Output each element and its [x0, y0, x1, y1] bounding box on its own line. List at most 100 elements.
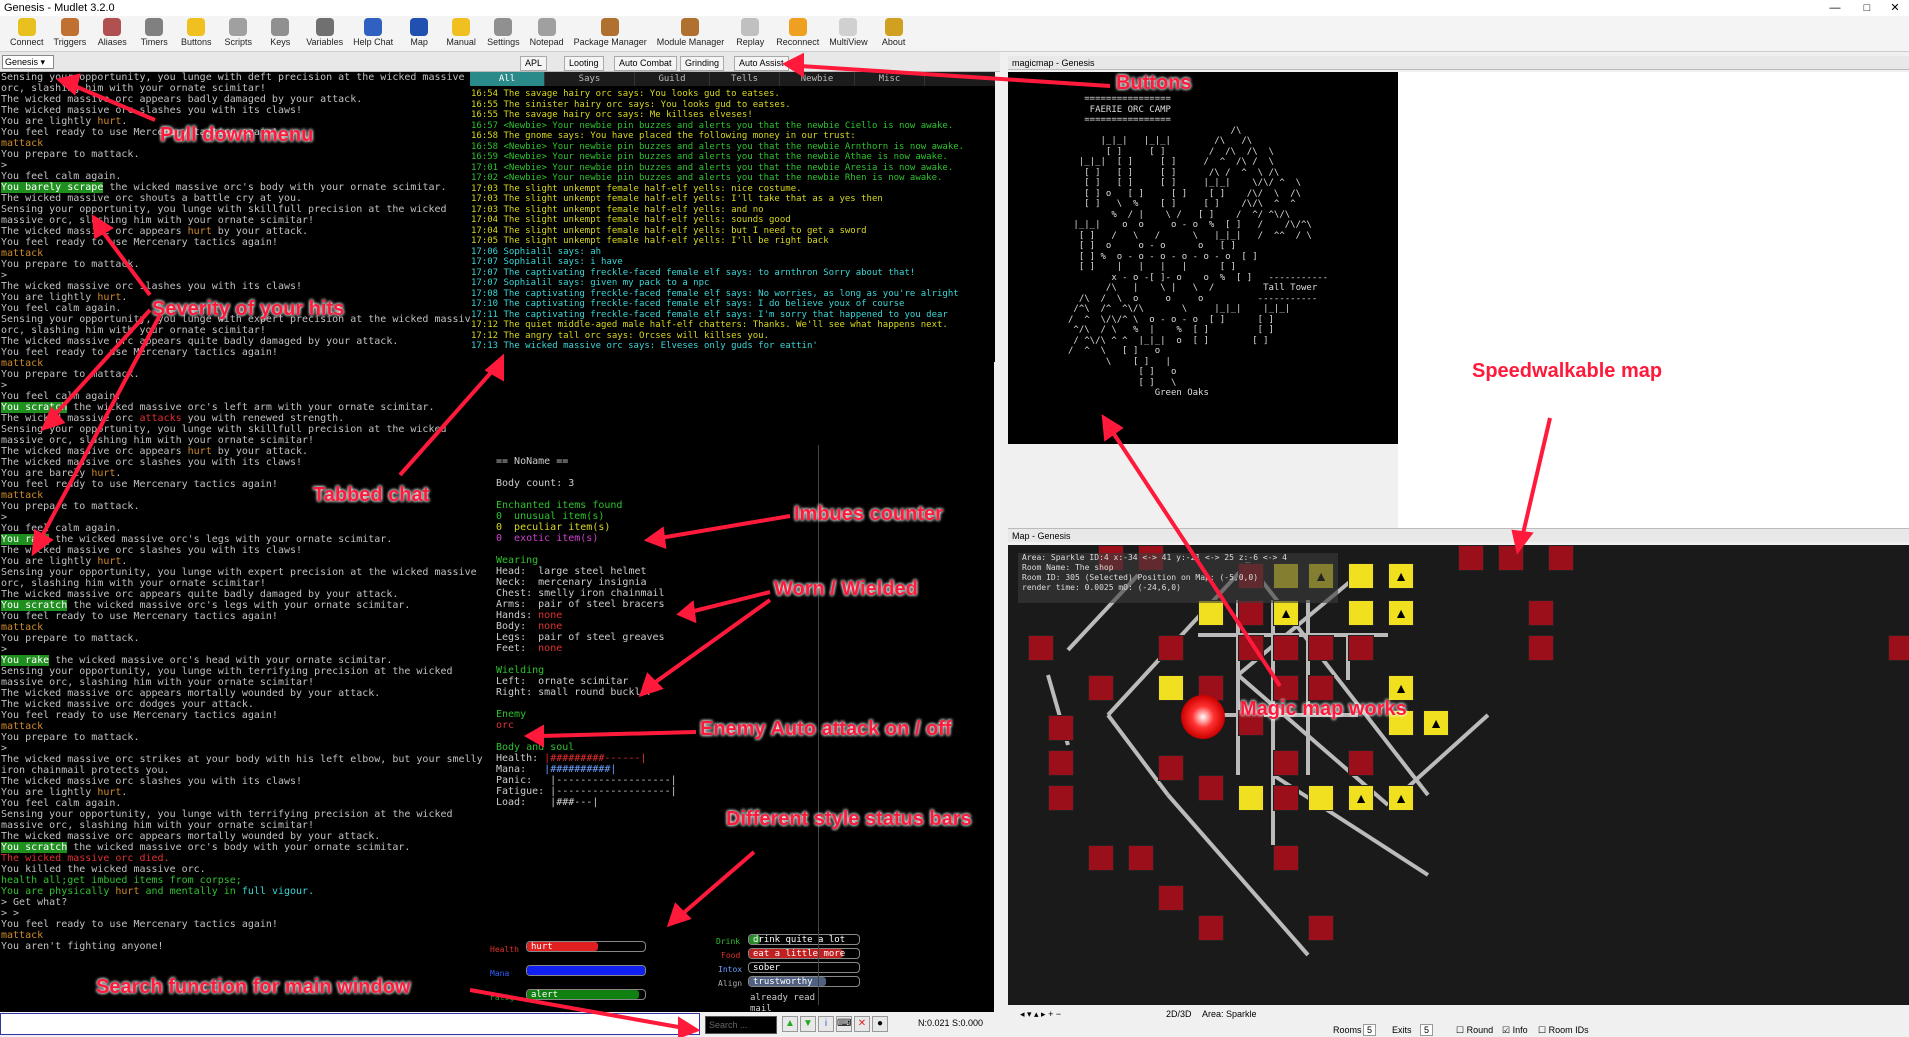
- align-gauge: trustworthy: [748, 976, 860, 987]
- map-room[interactable]: [1348, 600, 1374, 626]
- map-room[interactable]: [1528, 635, 1554, 661]
- button-grinding[interactable]: Grinding: [680, 56, 725, 71]
- toolbar-button-variables[interactable]: Variables: [302, 16, 347, 51]
- search-up-icon[interactable]: ▲: [782, 1016, 798, 1032]
- toolbar-button-connect[interactable]: Connect: [6, 16, 48, 51]
- chat-line: 17:03 The slight unkempt female half-elf…: [471, 183, 802, 194]
- map-room[interactable]: [1273, 785, 1299, 811]
- map-room[interactable]: [1198, 600, 1224, 626]
- chat-tab-says[interactable]: Says: [545, 72, 635, 86]
- map-room[interactable]: [1348, 750, 1374, 776]
- map-room[interactable]: [1348, 635, 1374, 661]
- output-segment: The wicked massive orc slashes you with …: [1, 281, 303, 292]
- map-room[interactable]: [1088, 675, 1114, 701]
- toolbar-button-settings[interactable]: Settings: [483, 16, 524, 51]
- map-room[interactable]: [1238, 785, 1264, 811]
- map-room[interactable]: [1273, 750, 1299, 776]
- map-room[interactable]: [1273, 845, 1299, 871]
- close-button[interactable]: ✕: [1880, 0, 1909, 16]
- map-room[interactable]: [1308, 785, 1334, 811]
- map-round-checkbox[interactable]: ☐ Round: [1456, 1025, 1493, 1036]
- toolbar-button-buttons[interactable]: Buttons: [176, 16, 216, 51]
- map-room[interactable]: [1528, 600, 1554, 626]
- profile-dropdown[interactable]: Genesis ▾: [2, 55, 54, 69]
- map-room[interactable]: [1048, 785, 1074, 811]
- toolbar-button-triggers[interactable]: Triggers: [50, 16, 91, 51]
- map-room[interactable]: [1458, 545, 1484, 571]
- chat-tab-newbie[interactable]: Newbie: [780, 72, 855, 86]
- search-down-icon[interactable]: ▼: [800, 1016, 816, 1032]
- toolbar-button-help-chat[interactable]: Help Chat: [349, 16, 397, 51]
- map-room[interactable]: [1348, 563, 1374, 589]
- toolbar-button-multiview[interactable]: MultiView: [825, 16, 871, 51]
- toolbar-button-timers[interactable]: Timers: [134, 16, 174, 51]
- toolbar-button-aliases[interactable]: Aliases: [92, 16, 132, 51]
- map-room[interactable]: ▲: [1273, 600, 1299, 626]
- chat-tab-all[interactable]: All: [470, 72, 545, 86]
- map-room[interactable]: [1198, 915, 1224, 941]
- command-input[interactable]: [0, 1013, 700, 1035]
- maximize-button[interactable]: □: [1852, 0, 1882, 16]
- toolbar-button-manual[interactable]: Manual: [441, 16, 481, 51]
- map-room[interactable]: [1088, 845, 1114, 871]
- map-exits-input[interactable]: 5: [1420, 1024, 1434, 1036]
- map-room[interactable]: [1238, 635, 1264, 661]
- map-room[interactable]: [1198, 775, 1224, 801]
- toolbar-button-module-manager[interactable]: Module Manager: [653, 16, 729, 51]
- enemy-toggle[interactable]: orc: [496, 720, 514, 731]
- map-room[interactable]: ▲: [1423, 710, 1449, 736]
- toolbar-button-reconnect[interactable]: Reconnect: [772, 16, 823, 51]
- map-rooms-input[interactable]: 5: [1363, 1024, 1377, 1036]
- button-auto-assist[interactable]: Auto Assist: [734, 56, 789, 71]
- button-looting[interactable]: Looting: [564, 56, 604, 71]
- map-room[interactable]: [1308, 915, 1334, 941]
- toolbar-label: Variables: [306, 37, 344, 47]
- map-info-checkbox[interactable]: ☑ Info: [1502, 1025, 1528, 1036]
- map-room[interactable]: [1048, 750, 1074, 776]
- chat-tab-tells[interactable]: Tells: [710, 72, 780, 86]
- map-room[interactable]: [1158, 755, 1184, 781]
- map-room[interactable]: [1308, 635, 1334, 661]
- map-room[interactable]: [1128, 845, 1154, 871]
- map-room[interactable]: [1273, 635, 1299, 661]
- map-room[interactable]: [1158, 675, 1184, 701]
- minimize-button[interactable]: —: [1820, 0, 1850, 16]
- toolbar-button-scripts[interactable]: Scripts: [218, 16, 258, 51]
- map-room[interactable]: [1238, 600, 1264, 626]
- map-room[interactable]: ▲: [1388, 600, 1414, 626]
- keyboard-icon[interactable]: ⌨: [836, 1016, 852, 1032]
- button-apl[interactable]: APL: [520, 56, 548, 71]
- info-icon[interactable]: i: [818, 1016, 834, 1032]
- toolbar-button-map[interactable]: Map: [399, 16, 439, 51]
- output-segment: You feel calm again.: [1, 303, 122, 314]
- toolbar-button-keys[interactable]: Keys: [260, 16, 300, 51]
- map-area-select[interactable]: Area: Sparkle: [1202, 1009, 1257, 1019]
- output-line: The wicked massive orc attacks you with …: [0, 413, 994, 424]
- search-input[interactable]: Search ...: [705, 1016, 777, 1034]
- cancel-icon[interactable]: ✕: [854, 1016, 870, 1032]
- map-room[interactable]: [1158, 885, 1184, 911]
- toolbar-button-package-manager[interactable]: Package Manager: [570, 16, 651, 51]
- map-roomids-checkbox[interactable]: ☐ Room IDs: [1538, 1025, 1589, 1036]
- map-room[interactable]: [1048, 715, 1074, 741]
- map-room[interactable]: [1028, 635, 1054, 661]
- map-nav-buttons[interactable]: ◂ ▾ ▴ ▸ + −: [1020, 1009, 1061, 1020]
- map-2d3d-toggle[interactable]: 2D/3D: [1166, 1009, 1192, 1019]
- map-room[interactable]: [1498, 545, 1524, 571]
- map-room[interactable]: [1158, 635, 1184, 661]
- chat-tab-misc[interactable]: Misc: [855, 72, 925, 86]
- map-room[interactable]: [1548, 545, 1574, 571]
- worn-feet: none: [538, 643, 563, 654]
- button-auto-combat[interactable]: Auto Combat: [614, 56, 677, 71]
- map-room[interactable]: ▲: [1388, 785, 1414, 811]
- toolbar-button-notepad[interactable]: Notepad: [526, 16, 568, 51]
- map-room[interactable]: [1888, 635, 1909, 661]
- toolbar-button-replay[interactable]: Replay: [730, 16, 770, 51]
- map-room[interactable]: ▲: [1348, 785, 1374, 811]
- output-segment: >: [1, 644, 8, 655]
- toolbar-button-about[interactable]: About: [874, 16, 914, 51]
- chat-tab-guild[interactable]: Guild: [635, 72, 710, 86]
- map-room[interactable]: ▲: [1388, 563, 1414, 589]
- speedwalk-map[interactable]: ▲▲▲▲▲▲▲▲: [1008, 545, 1909, 1005]
- timer-icon[interactable]: ●: [872, 1016, 888, 1032]
